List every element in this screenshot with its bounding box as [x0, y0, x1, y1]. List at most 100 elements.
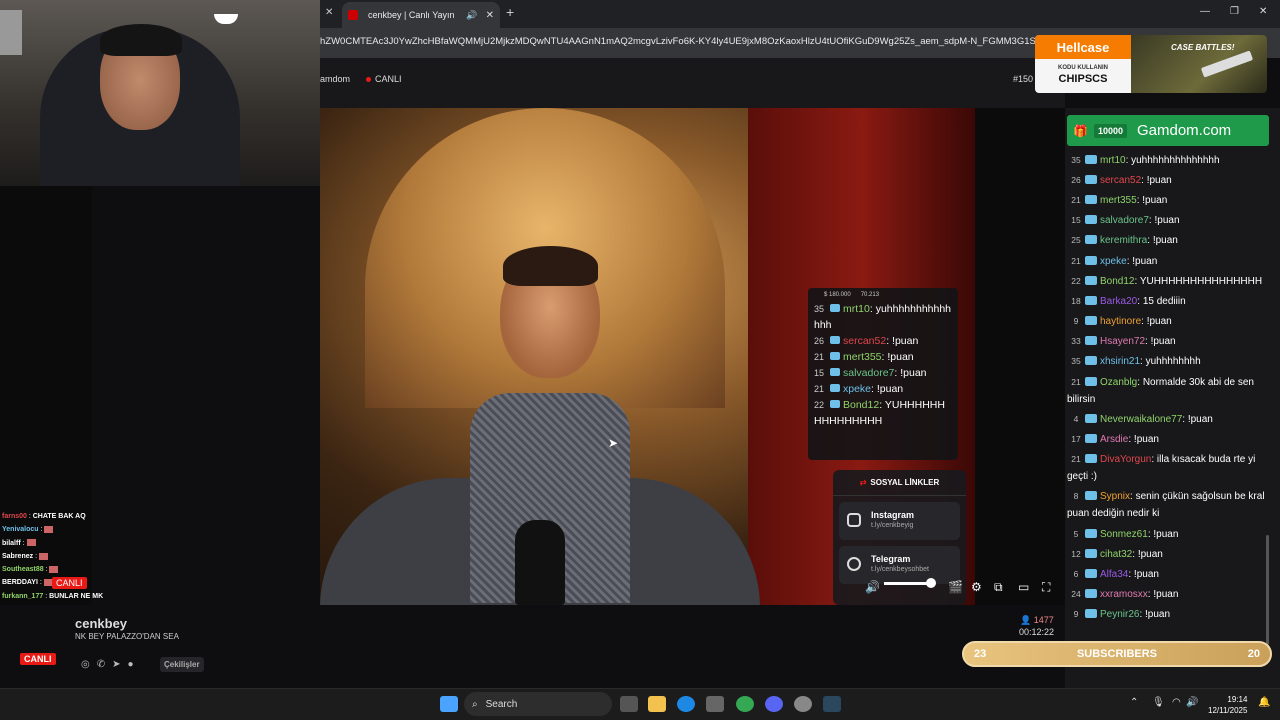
new-tab-button[interactable]: + — [506, 4, 514, 20]
chat-username[interactable]: DivaYorgun — [1100, 454, 1151, 465]
webcam-lamp — [214, 14, 238, 24]
chat-message: 9 Peynir26: !puan — [1067, 605, 1267, 625]
nav-live-link[interactable]: CANLI — [366, 74, 402, 84]
discord-icon[interactable] — [765, 696, 783, 712]
chat-message: 18 Barka20: 15 dediiin — [1067, 291, 1267, 311]
chat-username[interactable]: haytinore — [1100, 316, 1141, 327]
webcam-background-door — [0, 10, 22, 55]
pip-icon[interactable]: ⧉ — [994, 580, 1003, 595]
chat-username[interactable]: Sypnix — [1100, 491, 1130, 502]
giveaway-button[interactable]: Çekilişler — [160, 657, 204, 672]
task-view-icon[interactable] — [620, 696, 638, 712]
steam-icon[interactable] — [823, 696, 841, 712]
mini-chat-text: CHATE BAK AQ — [32, 513, 86, 520]
mini-chat-username: bilalff — [2, 539, 21, 547]
chat-username[interactable]: Bond12 — [1100, 276, 1134, 287]
chat-username[interactable]: Arsdie — [1100, 434, 1128, 445]
chat-scrollbar[interactable] — [1266, 535, 1269, 645]
chat-username[interactable]: Peynir26 — [1100, 609, 1139, 620]
overlay-stats: $ 180.000 70.213 — [814, 292, 952, 298]
whatsapp-link-icon[interactable]: ✆ — [97, 659, 105, 670]
chat-username[interactable]: xxramosxx — [1100, 589, 1148, 600]
gamdom-banner[interactable]: 🎁 10000 Gamdom.com — [1067, 115, 1269, 146]
chat-badge: 21 — [1071, 376, 1081, 387]
chat-text: !puan — [1142, 194, 1168, 206]
viewer-icon: 👤 — [1020, 615, 1032, 625]
channel-name[interactable]: cenkbey — [75, 616, 127, 631]
url-text[interactable]: hZW0CMTEAc3J0YwZhcHBfaWQMMjU2MjkzMDQwNTU… — [320, 36, 1035, 47]
chat-username[interactable]: mrt10 — [1100, 155, 1126, 166]
window-close-icon[interactable]: ✕ — [1259, 6, 1267, 17]
overlay-sub-icon — [830, 368, 840, 376]
chat-username[interactable]: Hsayen72 — [1100, 336, 1145, 347]
chat-message: 21 mert355: !puan — [1067, 190, 1267, 210]
chat-username[interactable]: Neverwaikalone77 — [1100, 414, 1182, 425]
spotify-link-icon[interactable]: ● — [128, 659, 134, 670]
share-icon: ⇄ — [859, 478, 867, 487]
volume-knob[interactable] — [926, 578, 936, 588]
taskbar-clock[interactable]: 19:14 12/11/2025 — [1208, 694, 1247, 716]
chat-username[interactable]: Barka20 — [1100, 296, 1137, 307]
clock-time: 19:14 — [1227, 695, 1248, 704]
mini-chat-row: furkann_177 : BUNLAR NE MK — [2, 590, 142, 603]
notification-icon[interactable]: 🔔 — [1258, 697, 1270, 708]
tray-expand-icon[interactable]: ⌃ — [1130, 697, 1138, 708]
fullscreen-icon[interactable]: ⛶ — [1042, 580, 1050, 595]
overlay-sub-icon — [830, 336, 840, 344]
viewer-count: 👤 1477 — [1020, 615, 1054, 626]
instagram-card: Instagram t.ly/cenkbeyig — [839, 502, 960, 540]
clip-icon[interactable]: 🎬 — [948, 580, 963, 594]
chat-badge: 21 — [1071, 255, 1081, 266]
hellcase-ad-art: CASE BATTLES! — [1131, 35, 1267, 93]
chat-username[interactable]: mert355 — [1100, 195, 1137, 206]
chat-message: 6 Alfa34: !puan — [1067, 564, 1267, 584]
chat-text: !puan — [1153, 589, 1179, 601]
minimize-icon[interactable]: — — [1200, 6, 1210, 17]
chat-username[interactable]: xpeke — [1100, 256, 1127, 267]
settings-gear-icon[interactable]: ⚙ — [971, 580, 982, 594]
speaker-icon[interactable]: 🔊 — [1186, 697, 1198, 708]
chat-username[interactable]: sercan52 — [1100, 175, 1141, 186]
chat-username[interactable]: xhsirin21 — [1100, 356, 1140, 367]
subscriber-icon — [1085, 336, 1097, 346]
chat-username[interactable]: salvadore7 — [1100, 215, 1149, 226]
subscriber-icon — [1085, 413, 1097, 423]
overlay-username: xpeke — [843, 383, 872, 395]
prev-tab-close-icon[interactable]: ✕ — [325, 7, 333, 18]
chat-username[interactable]: cihat32 — [1100, 549, 1132, 560]
file-explorer-icon[interactable] — [648, 696, 666, 712]
hellcase-ad-banner[interactable]: Hellcase KODU KULLANIN CHIPSCS CASE BATT… — [1035, 35, 1267, 93]
chat-username[interactable]: Alfa34 — [1100, 569, 1128, 580]
volume-icon[interactable]: 🔊 — [865, 580, 880, 594]
chat-text: !puan — [1146, 316, 1172, 328]
maximize-icon[interactable]: ❐ — [1230, 6, 1239, 17]
edge-browser-icon[interactable] — [677, 696, 695, 712]
chat-username[interactable]: keremithra — [1100, 235, 1147, 246]
mini-chat-row: farns00 : CHATE BAK AQ — [2, 510, 142, 523]
video-player[interactable]: ➤ $ 180.000 70.213 35 mrt10: yuhhhhhhhhhh… — [320, 108, 1065, 605]
chrome-browser-icon[interactable] — [736, 696, 754, 712]
theater-mode-icon[interactable]: ▭ — [1018, 580, 1029, 594]
chat-username[interactable]: Ozanblg — [1100, 377, 1137, 388]
obs-icon[interactable] — [794, 696, 812, 712]
chat-username[interactable]: Sonmez61 — [1100, 529, 1148, 540]
overlay-sub-icon — [830, 304, 840, 312]
chat-message: 25 keremithra: !puan — [1067, 231, 1267, 251]
kick-favicon-icon — [348, 10, 358, 20]
subscriber-icon — [1085, 454, 1097, 464]
store-icon[interactable] — [706, 696, 724, 712]
start-windows-icon[interactable] — [440, 696, 458, 712]
mini-chat-row: Yenivalocu : — [2, 523, 142, 536]
instagram-link-icon[interactable]: ◎ — [81, 659, 90, 670]
microphone-icon[interactable]: 🎙 — [1152, 697, 1165, 708]
chat-badge: 5 — [1073, 528, 1079, 539]
wifi-icon[interactable]: ◠ — [1172, 697, 1181, 708]
telegram-link-icon[interactable]: ➤ — [112, 659, 120, 670]
nav-gamdom-link[interactable]: amdom — [320, 74, 350, 84]
tab-close-icon[interactable]: ✕ — [486, 10, 494, 21]
chat-badge: 35 — [1071, 154, 1081, 165]
browser-tab-active[interactable]: cenkbey | Canlı Yayın 🔊 ✕ — [342, 2, 500, 28]
tab-audio-icon[interactable]: 🔊 — [466, 10, 477, 21]
chat-badge: 22 — [1071, 275, 1081, 286]
taskbar-search[interactable]: ⌕ Search — [464, 692, 612, 716]
